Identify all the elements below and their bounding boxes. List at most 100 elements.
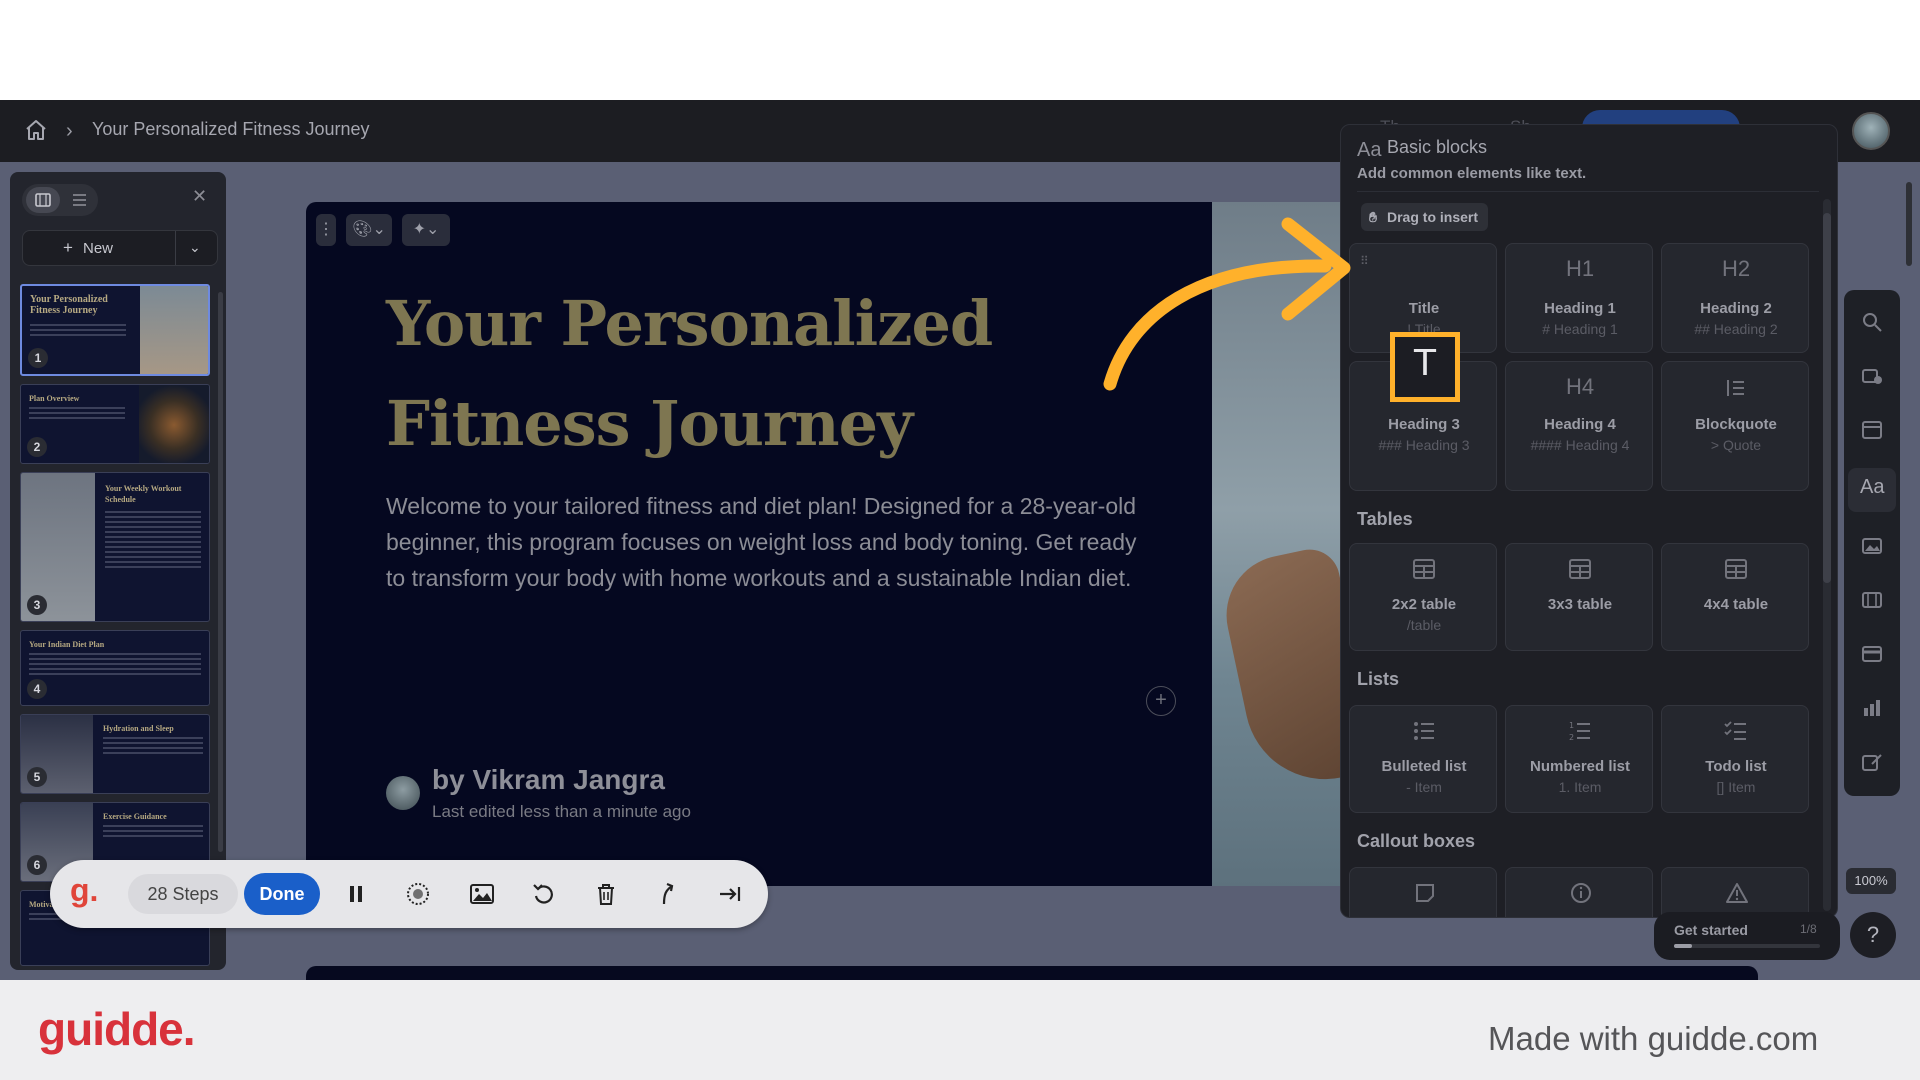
block-hint: ### Heading 3	[1378, 437, 1470, 453]
title-block-icon: T	[1414, 343, 1436, 384]
image-icon[interactable]	[468, 880, 496, 908]
close-icon[interactable]: ✕	[192, 186, 207, 207]
slide-number: 3	[27, 595, 47, 615]
add-block-icon[interactable]: +	[1146, 686, 1176, 716]
get-started-label: Get started	[1674, 922, 1748, 938]
slide-title[interactable]: Your Personalized Fitness Journey	[386, 274, 1146, 474]
block-table-4x4[interactable]: 4x4 table	[1661, 543, 1809, 651]
author-name[interactable]: by Vikram Jangra	[432, 764, 665, 796]
thumbnail-photo	[140, 286, 208, 374]
new-slide-button[interactable]: + New ⌄	[22, 230, 218, 266]
block-heading-1[interactable]: H1 Heading 1 # Heading 1	[1505, 243, 1653, 353]
slide-thumbnail-3[interactable]: Your Weekly Workout Schedule 3	[20, 472, 210, 622]
steps-counter[interactable]: 28 Steps	[128, 874, 238, 914]
guidde-brand-logo: guidde.	[38, 1003, 196, 1055]
thumbnail-title: Exercise Guidance	[103, 812, 167, 821]
slide-thumbnail-5[interactable]: Hydration and Sleep 5	[20, 714, 210, 794]
get-started-widget[interactable]: Get started 1/8	[1654, 912, 1840, 960]
block-table-3x3[interactable]: 3x3 table	[1505, 543, 1653, 651]
slides-scrollbar[interactable]	[218, 292, 223, 852]
block-callout-warning[interactable]	[1661, 867, 1809, 917]
view-toggle	[22, 184, 98, 216]
add-card-icon[interactable]	[1860, 364, 1884, 388]
thumbnail-text-lines	[103, 737, 203, 757]
slide-number: 4	[27, 679, 47, 699]
sparkle-icon[interactable]: ✦⌄	[402, 214, 450, 246]
chevron-down-icon[interactable]: ⌄	[189, 239, 201, 256]
guidde-logo-icon: g.	[70, 872, 99, 908]
block-blockquote[interactable]: Blockquote > Quote	[1661, 361, 1809, 491]
more-vertical-icon[interactable]: ⋮	[316, 214, 336, 246]
user-avatar[interactable]	[1852, 112, 1890, 150]
svg-text:1: 1	[1569, 721, 1574, 730]
text-blocks-icon[interactable]: Aa	[1860, 476, 1884, 500]
main-scrollbar[interactable]	[1902, 162, 1916, 980]
image-icon[interactable]	[1860, 534, 1884, 558]
done-button[interactable]: Done	[244, 873, 320, 915]
panel-scrollbar[interactable]	[1823, 199, 1831, 911]
palette-icon[interactable]: 🎨︎⌄	[346, 214, 392, 246]
pause-icon[interactable]	[342, 880, 370, 908]
video-icon[interactable]	[1860, 588, 1884, 612]
block-callout-note[interactable]	[1349, 867, 1497, 917]
layout-icon[interactable]	[1860, 418, 1884, 442]
callout-boxes-section-label: Callout boxes	[1357, 831, 1476, 851]
skip-to-end-icon[interactable]	[716, 880, 744, 908]
block-hint: /table	[1406, 617, 1442, 633]
recorder-toolbar: g. 28 Steps Done	[50, 860, 768, 928]
hand-icon: ✋︎	[1369, 209, 1377, 225]
undo-icon[interactable]	[530, 880, 558, 908]
film-icon	[35, 193, 51, 207]
slide-number: 5	[27, 767, 47, 787]
slide-number: 1	[28, 348, 48, 368]
new-button-divider	[175, 231, 176, 265]
block-table-2x2[interactable]: 2x2 table /table	[1349, 543, 1497, 651]
thumbnail-text-lines	[105, 511, 201, 571]
thumbnail-text-lines	[103, 825, 203, 840]
last-edited-text: Last edited less than a minute ago	[432, 802, 691, 821]
table-icon	[1725, 559, 1747, 579]
slide-thumbnail-1[interactable]: Your Personalized Fitness Journey 1	[20, 284, 210, 376]
panel-scrollbar-thumb[interactable]	[1823, 213, 1831, 583]
help-button[interactable]: ?	[1850, 912, 1896, 958]
main-scrollbar-thumb[interactable]	[1906, 182, 1912, 266]
block-todo-list[interactable]: Todo list [] Item	[1661, 705, 1809, 813]
slide-thumbnail-4[interactable]: Your Indian Diet Plan 4	[20, 630, 210, 706]
quote-icon	[1727, 380, 1744, 396]
slide-body[interactable]: Welcome to your tailored fitness and die…	[386, 488, 1146, 596]
thumbnail-text-lines	[30, 324, 126, 339]
block-heading-4[interactable]: H4 Heading 4 #### Heading 4	[1505, 361, 1653, 491]
info-icon	[1571, 883, 1591, 903]
breadcrumb-title[interactable]: Your Personalized Fitness Journey	[92, 119, 370, 140]
block-hint: ## Heading 2	[1694, 321, 1778, 337]
drag-handle-icon[interactable]: ⠿	[1360, 254, 1369, 268]
search-icon[interactable]	[1860, 310, 1884, 334]
get-started-count: 1/8	[1800, 922, 1817, 936]
block-callout-info[interactable]	[1505, 867, 1653, 917]
embed-icon[interactable]	[1860, 642, 1884, 666]
edit-icon[interactable]	[1860, 750, 1884, 774]
slide-thumbnail-2[interactable]: Plan Overview 2	[20, 384, 210, 464]
chart-icon[interactable]	[1860, 696, 1884, 720]
blur-icon[interactable]	[404, 880, 432, 908]
home-icon[interactable]	[24, 118, 48, 142]
block-label: Bulleted list	[1381, 758, 1467, 775]
screen: › Your Personalized Fitness Journey Th S…	[0, 0, 1920, 1080]
block-label: 2x2 table	[1391, 596, 1457, 613]
grid-view-button[interactable]	[26, 187, 60, 213]
share-arrow-icon[interactable]	[654, 880, 682, 908]
zoom-level[interactable]: 100%	[1846, 868, 1896, 894]
block-heading-2[interactable]: H2 Heading 2 ## Heading 2	[1661, 243, 1809, 353]
block-hint: > Quote	[1710, 437, 1762, 453]
list-view-button[interactable]	[64, 187, 94, 213]
warning-icon	[1726, 883, 1748, 903]
block-hint: #### Heading 4	[1530, 437, 1630, 453]
block-hint: [] Item	[1716, 779, 1756, 795]
block-bulleted-list[interactable]: Bulleted list - Item	[1349, 705, 1497, 813]
author-avatar	[386, 776, 420, 810]
block-numbered-list[interactable]: 12 Numbered list 1. Item	[1505, 705, 1653, 813]
table-icon	[1413, 559, 1435, 579]
title-block-highlight[interactable]: T	[1390, 332, 1460, 402]
trash-icon[interactable]	[592, 880, 620, 908]
next-slide-preview[interactable]	[306, 966, 1758, 980]
